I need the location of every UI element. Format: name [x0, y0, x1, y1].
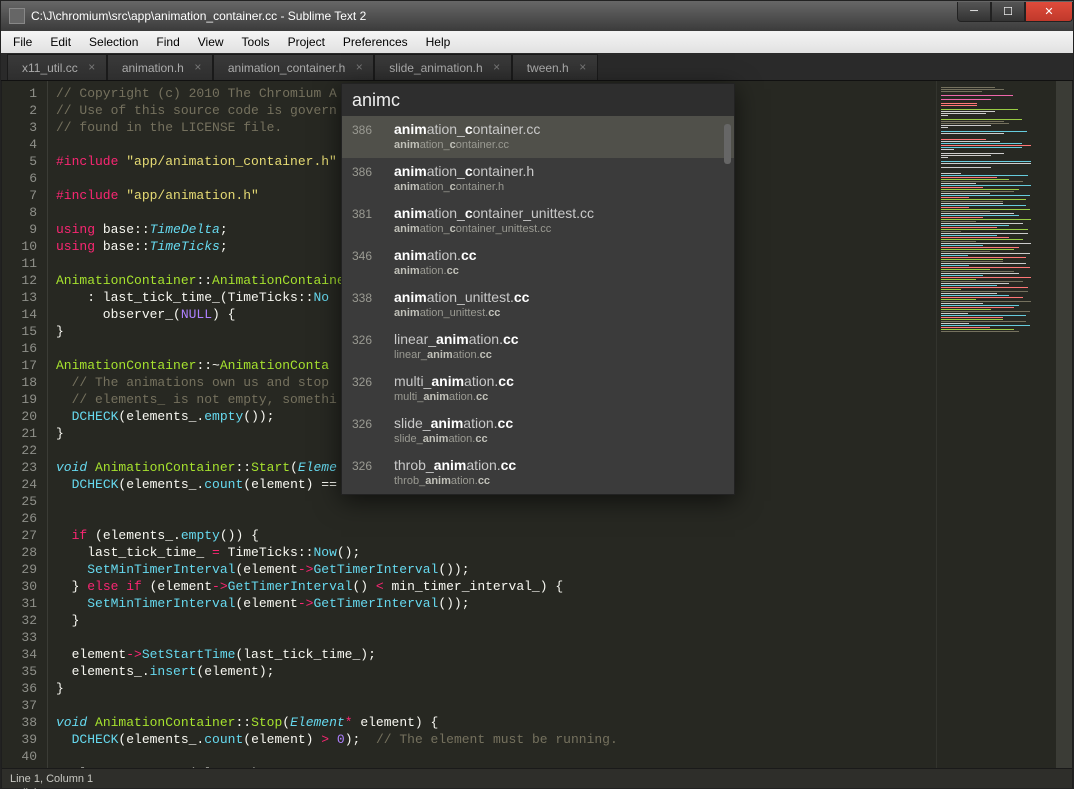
goto-result-title: multi_animation.cc — [394, 373, 514, 390]
goto-result-title: animation_container.cc — [394, 121, 540, 138]
window-controls: ─ ☐ ✕ — [957, 2, 1073, 22]
goto-result-path: throb_animation.cc — [394, 474, 516, 488]
menu-find[interactable]: Find — [148, 33, 187, 51]
goto-result-score: 386 — [352, 163, 384, 179]
tab-close-icon[interactable]: × — [577, 61, 589, 73]
goto-result-score: 386 — [352, 121, 384, 137]
tab-close-icon[interactable]: × — [353, 61, 365, 73]
goto-result-list: 386animation_container.ccanimation_conta… — [342, 116, 734, 494]
tab[interactable]: animation_container.h × — [213, 54, 374, 80]
goto-result-score: 326 — [352, 415, 384, 431]
goto-result-path: animation.cc — [394, 264, 477, 278]
goto-result-title: linear_animation.cc — [394, 331, 519, 348]
tab-close-icon[interactable]: × — [491, 61, 503, 73]
tab-label: x11_util.cc — [22, 61, 78, 75]
tab[interactable]: x11_util.cc × — [7, 54, 107, 80]
goto-result-title: animation_container.h — [394, 163, 534, 180]
tab-close-icon[interactable]: × — [192, 61, 204, 73]
goto-result-score: 326 — [352, 373, 384, 389]
goto-result-row[interactable]: 346 animation.ccanimation.cc — [342, 242, 734, 284]
goto-result-score: 346 — [352, 247, 384, 263]
goto-result-title: animation_unittest.cc — [394, 289, 529, 306]
goto-result-row[interactable]: 381 animation_container_unittest.ccanimat… — [342, 200, 734, 242]
goto-result-title: slide_animation.cc — [394, 415, 513, 432]
goto-result-path: animation_unittest.cc — [394, 306, 529, 320]
status-position: Line 1, Column 1 — [10, 773, 93, 785]
titlebar[interactable]: C:\J\chromium\src\app\animation_containe… — [1, 1, 1073, 31]
goto-result-score: 381 — [352, 205, 384, 221]
goto-result-path: animation_container_unittest.cc — [394, 222, 594, 236]
tab[interactable]: slide_animation.h × — [374, 54, 511, 80]
tab[interactable]: tween.h × — [512, 54, 598, 80]
goto-result-title: throb_animation.cc — [394, 457, 516, 474]
goto-result-title: animation_container_unittest.cc — [394, 205, 594, 222]
goto-result-row[interactable]: 326 linear_animation.cclinear_animation.c… — [342, 326, 734, 368]
goto-result-score: 326 — [352, 331, 384, 347]
vertical-scrollbar[interactable] — [1056, 81, 1072, 768]
minimize-button[interactable]: ─ — [957, 2, 991, 22]
menu-preferences[interactable]: Preferences — [335, 33, 416, 51]
menu-project[interactable]: Project — [280, 33, 333, 51]
goto-anything-overlay: 386animation_container.ccanimation_conta… — [341, 83, 735, 495]
tab-label: slide_animation.h — [389, 61, 482, 75]
tab-strip: x11_util.cc×animation.h×animation_contai… — [1, 53, 1073, 81]
goto-input[interactable] — [342, 84, 734, 116]
goto-result-row[interactable]: 326 slide_animation.ccslide_animation.cc — [342, 410, 734, 452]
tab-label: animation.h — [122, 61, 184, 75]
goto-result-path: animation_container.h — [394, 180, 534, 194]
tab-close-icon[interactable]: × — [86, 61, 98, 73]
menu-edit[interactable]: Edit — [42, 33, 79, 51]
window-frame: C:\J\chromium\src\app\animation_containe… — [0, 0, 1074, 789]
goto-result-score: 326 — [352, 457, 384, 473]
overlay-scrollbar[interactable] — [724, 124, 731, 164]
menu-view[interactable]: View — [190, 33, 232, 51]
tab-label: animation_container.h — [228, 61, 345, 75]
menu-file[interactable]: File — [5, 33, 40, 51]
window-title: C:\J\chromium\src\app\animation_containe… — [31, 9, 366, 23]
menu-selection[interactable]: Selection — [81, 33, 146, 51]
status-bar: Line 1, Column 1 — [2, 768, 1072, 788]
line-number-gutter: 1234567891011121314151617181920212223242… — [2, 81, 48, 768]
goto-result-title: animation.cc — [394, 247, 477, 264]
maximize-button[interactable]: ☐ — [991, 2, 1025, 22]
close-button[interactable]: ✕ — [1025, 2, 1073, 22]
goto-result-path: linear_animation.cc — [394, 348, 519, 362]
app-icon — [9, 8, 25, 24]
tab-label: tween.h — [527, 61, 569, 75]
goto-result-row[interactable]: 386 animation_container.ccanimation_conta… — [342, 116, 734, 158]
tab[interactable]: animation.h × — [107, 54, 213, 80]
goto-result-path: animation_container.cc — [394, 138, 540, 152]
goto-result-path: slide_animation.cc — [394, 432, 513, 446]
minimap[interactable] — [936, 81, 1056, 768]
menu-tools[interactable]: Tools — [234, 33, 278, 51]
goto-result-row[interactable]: 338 animation_unittest.ccanimation_unitte… — [342, 284, 734, 326]
goto-result-row[interactable]: 326 multi_animation.ccmulti_animation.cc — [342, 368, 734, 410]
goto-result-path: multi_animation.cc — [394, 390, 514, 404]
goto-result-row[interactable]: 326 throb_animation.ccthrob_animation.cc — [342, 452, 734, 494]
goto-result-score: 338 — [352, 289, 384, 305]
goto-result-row[interactable]: 386 animation_container.hanimation_contai… — [342, 158, 734, 200]
menubar: FileEditSelectionFindViewToolsProjectPre… — [1, 31, 1073, 53]
menu-help[interactable]: Help — [418, 33, 459, 51]
